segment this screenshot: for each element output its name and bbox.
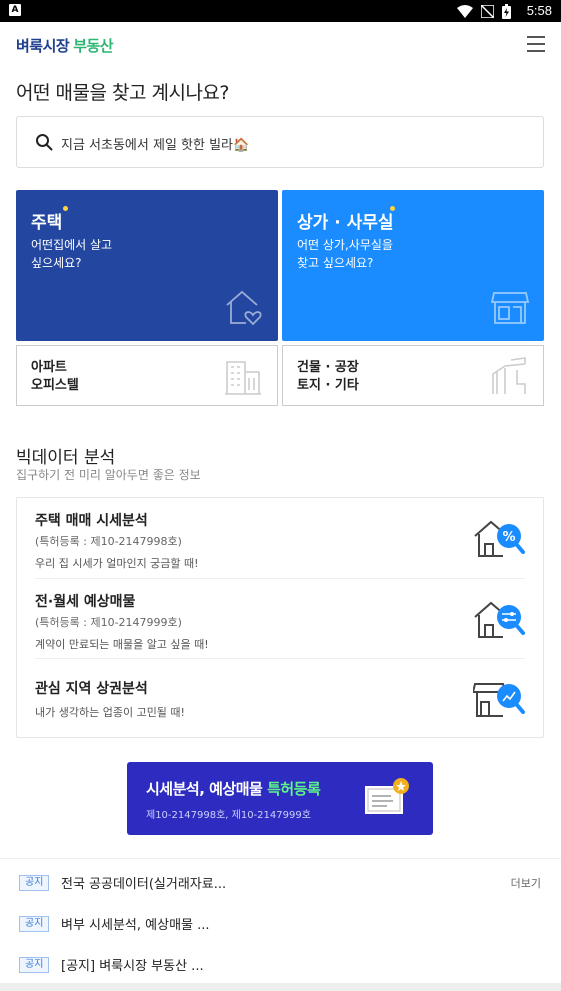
search-input[interactable]: 지금 서초동에서 제일 핫한 빌라🏠: [16, 116, 544, 168]
commercial-card[interactable]: 상가 · 사무실 어떤 상가,사무실을 찾고 싶으세요?: [282, 190, 544, 341]
divider: [35, 658, 525, 659]
notice-badge: 공지: [19, 916, 50, 932]
notice-badge: 공지: [19, 957, 50, 973]
item-patent: (특허등록 : 제10-2147998호): [35, 535, 182, 548]
more-link[interactable]: 더보기: [511, 875, 541, 891]
building-label: 건물 · 공장 토지 · 기타: [297, 359, 359, 395]
housing-title: 주택: [31, 213, 63, 233]
list-item-rent-forecast[interactable]: 전·월세 예상매물 (특허등록 : 제10-2147999호) 계약이 만료되는…: [35, 591, 525, 655]
new-dot: [63, 206, 68, 211]
apartment-building-icon: [225, 361, 261, 395]
building-line1: 건물 · 공장: [297, 360, 359, 375]
banner-subtitle: 제10-2147998호, 제10-2147999호: [146, 810, 311, 821]
building-line2: 토지 · 기타: [297, 378, 359, 393]
commercial-desc-line1: 어떤 상가,사무실을: [297, 238, 393, 252]
storefront-icon: [490, 292, 530, 324]
wifi-icon: [457, 4, 473, 18]
list-item-commercial-analysis[interactable]: 관심 지역 상권분석 내가 생각하는 업종이 고민될 때!: [35, 678, 525, 728]
building-card[interactable]: 건물 · 공장 토지 · 기타: [282, 345, 544, 406]
item-title: 관심 지역 상권분석: [35, 681, 148, 697]
item-patent: (특허등록 : 제10-2147999호): [35, 616, 182, 629]
notice-text: [공지] 벼룩시장 부동산 ...: [61, 959, 204, 974]
logo[interactable]: 벼룩시장 부동산: [16, 35, 114, 56]
bottom-divider: [0, 983, 561, 991]
app-header: 벼룩시장 부동산: [0, 22, 561, 68]
item-title: 주택 매매 시세분석: [35, 513, 148, 529]
list-item[interactable]: 공지 [공지] 벼룩시장 부동산 ...: [19, 955, 549, 975]
status-bar: A 5:58: [0, 0, 561, 22]
apartment-line2: 오피스텔: [31, 378, 79, 393]
item-desc: 내가 생각하는 업종이 고민될 때!: [35, 706, 185, 719]
status-icons: [457, 3, 511, 19]
banner-title-white: 시세분석, 예상매물: [146, 780, 263, 798]
list-item-price-analysis[interactable]: 주택 매매 시세분석 (특허등록 : 제10-2147998호) 우리 집 시세…: [35, 510, 525, 574]
housing-desc-line1: 어떤집에서 살고: [31, 238, 113, 252]
house-slider-icon: [474, 601, 525, 638]
housing-desc: 어떤집에서 살고 싶으세요?: [31, 236, 181, 272]
notice-text: 벼부 시세분석, 예상매물 ...: [61, 918, 210, 933]
search-placeholder: 지금 서초동에서 제일 핫한 빌라🏠: [61, 138, 250, 153]
housing-desc-line2: 싶으세요?: [31, 256, 82, 270]
apartment-card[interactable]: 아파트 오피스텔: [16, 345, 278, 406]
house-percent-icon: %: [474, 520, 525, 557]
hamburger-icon[interactable]: [527, 36, 545, 52]
house-heart-icon: [226, 290, 262, 326]
item-title: 전·월세 예상매물: [35, 594, 136, 610]
notice-text: 전국 공공데이터(실거래자료...: [61, 877, 227, 892]
notice-list: 공지 전국 공공데이터(실거래자료... 더보기 공지 벼부 시세분석, 예상매…: [0, 858, 561, 991]
big-data-list: 주택 매매 시세분석 (특허등록 : 제10-2147998호) 우리 집 시세…: [16, 497, 544, 738]
housing-card[interactable]: 주택 어떤집에서 살고 싶으세요?: [16, 190, 278, 341]
big-data-subtitle: 집구하기 전 미리 알아두면 좋은 정보: [16, 468, 201, 482]
search-icon: [36, 134, 53, 151]
big-data-title: 빅데이터 분석: [16, 448, 116, 468]
list-item[interactable]: 공지 전국 공공데이터(실거래자료... 더보기: [19, 873, 549, 893]
store-chart-icon: [473, 683, 525, 717]
battery-charging-icon: [502, 3, 511, 19]
apartment-line1: 아파트: [31, 360, 67, 375]
commercial-desc: 어떤 상가,사무실을 찾고 싶으세요?: [297, 236, 447, 272]
item-desc: 계약이 만료되는 매물을 알고 싶을 때!: [35, 638, 209, 651]
app-notification-icon: A: [9, 4, 21, 16]
commercial-desc-line2: 찾고 싶으세요?: [297, 256, 374, 270]
list-item[interactable]: 공지 벼부 시세분석, 예상매물 ...: [19, 914, 549, 934]
patent-banner[interactable]: 시세분석, 예상매물 특허등록 제10-2147998호, 제10-214799…: [127, 762, 433, 835]
banner-title: 시세분석, 예상매물 특허등록: [146, 778, 321, 799]
item-desc: 우리 집 시세가 얼마인지 궁금할 때!: [35, 557, 199, 570]
logo-sub: 부동산: [73, 37, 114, 55]
notice-badge: 공지: [19, 875, 50, 891]
no-signal-icon: [481, 4, 494, 18]
banner-title-green: 특허등록: [267, 780, 321, 798]
divider: [35, 578, 525, 579]
apartment-label: 아파트 오피스텔: [31, 359, 79, 395]
factory-icon: [492, 357, 526, 394]
certificate-icon: [365, 778, 409, 814]
new-dot: [390, 206, 395, 211]
clock: 5:58: [526, 3, 552, 18]
page-question: 어떤 매물을 찾고 계시나요?: [16, 82, 229, 104]
logo-main: 벼룩시장: [16, 37, 70, 55]
commercial-title: 상가 · 사무실: [297, 213, 394, 233]
svg-text:%: %: [502, 530, 515, 545]
